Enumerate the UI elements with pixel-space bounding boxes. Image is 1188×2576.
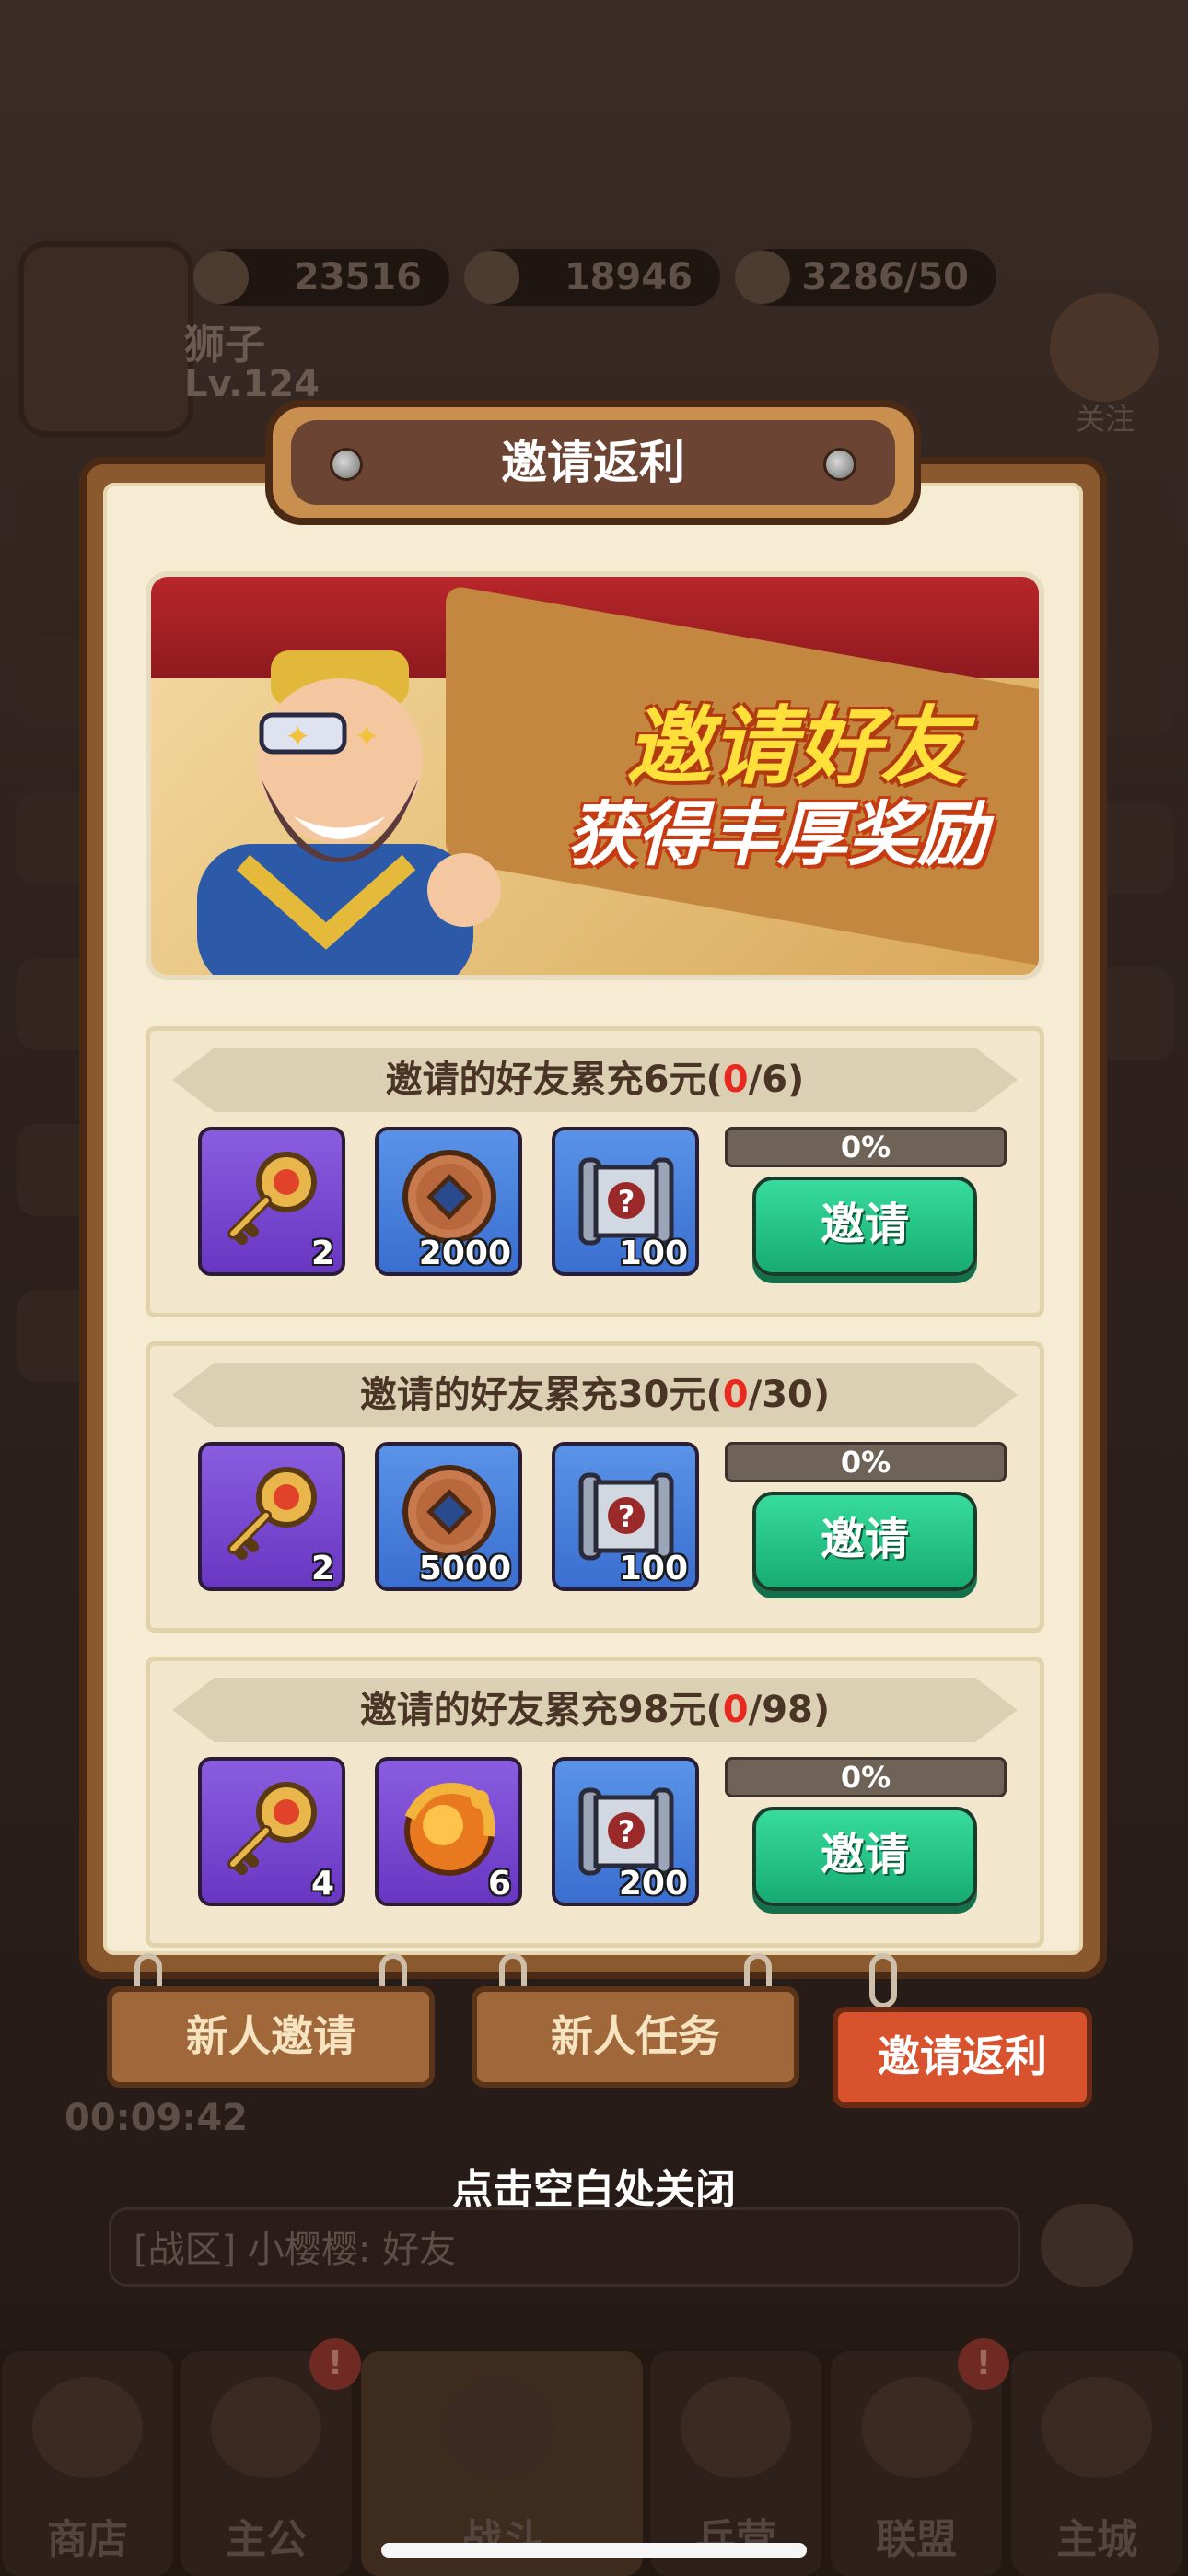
notification-badge: !	[309, 2338, 361, 2390]
crossed-swords-icon	[444, 2377, 554, 2478]
svg-text:?: ?	[618, 1499, 635, 1534]
svg-text:✦: ✦	[285, 719, 311, 755]
resource-value: 23516	[293, 256, 422, 299]
progress-bar: 0%	[725, 1127, 1007, 1167]
resource-helmet[interactable]: 3286/50	[735, 249, 996, 306]
reward-quantity: 5000	[418, 1550, 511, 1587]
progress-bar: 0%	[725, 1442, 1007, 1482]
invite-button[interactable]: 邀请	[752, 1492, 977, 1591]
player-name: 狮子	[184, 322, 265, 369]
tier-title: 邀请的好友累充98元(0/98)	[359, 1689, 831, 1731]
invite-banner: ✦ ✦ 邀请好友 获得丰厚奖励	[151, 577, 1039, 975]
reward-quantity: 2	[310, 1550, 334, 1587]
invite-button[interactable]: 邀请	[752, 1807, 977, 1906]
reward-item-scroll[interactable]: ? 200	[552, 1757, 699, 1906]
reward-tier-98: 邀请的好友累充98元(0/98) 4 6 ? 200 0% 邀请	[146, 1657, 1044, 1948]
reward-item-key[interactable]: 4	[198, 1757, 345, 1906]
reward-item-dragon-orb[interactable]: 6	[375, 1757, 522, 1906]
tab-invite-rebate[interactable]: 邀请返利	[833, 2007, 1092, 2108]
resource-ingot[interactable]: 23516	[193, 249, 449, 306]
resource-value: 18946	[564, 256, 693, 299]
lord-icon	[211, 2377, 321, 2478]
nav-label: 联盟	[876, 2516, 957, 2563]
reward-item-scroll[interactable]: ? 100	[552, 1442, 699, 1591]
reward-quantity: 4	[310, 1865, 334, 1903]
reward-quantity: 100	[618, 1235, 688, 1272]
alliance-icon	[861, 2377, 972, 2478]
tab-new-invite[interactable]: 新人邀请	[107, 1986, 435, 2088]
reward-tier-6: 邀请的好友累充6元(0/6) 2 2000 ? 100 0% 邀请	[146, 1026, 1044, 1317]
rivet-icon	[823, 448, 856, 481]
nav-label: 主城	[1056, 2516, 1137, 2563]
tier-title: 邀请的好友累充6元(0/6)	[385, 1059, 805, 1101]
reward-item-key[interactable]: 2	[198, 1442, 345, 1591]
reward-quantity: 2000	[418, 1235, 511, 1272]
reward-item-key[interactable]: 2	[198, 1127, 345, 1276]
banner-subheadline: 获得丰厚奖励	[567, 793, 987, 875]
tab-new-tasks[interactable]: 新人任务	[472, 1986, 799, 2088]
reward-item-coin[interactable]: 5000	[375, 1442, 522, 1591]
follow-label: 关注	[1076, 402, 1136, 437]
invite-button[interactable]: 邀请	[752, 1177, 977, 1276]
chat-bar[interactable]: [战区] 小樱樱: 好友	[109, 2207, 1020, 2287]
notification-badge: !	[958, 2338, 1009, 2390]
reward-item-coin[interactable]: 2000	[375, 1127, 522, 1276]
reward-quantity: 100	[618, 1550, 688, 1587]
bearded-general-illustration: ✦ ✦	[197, 650, 501, 975]
helmet-icon	[735, 251, 790, 304]
shop-icon	[32, 2377, 143, 2478]
event-timer: 00:09:42	[64, 2097, 248, 2139]
progress-label: 0%	[840, 1445, 891, 1480]
tab-hanger	[869, 1953, 897, 2008]
svg-text:✦: ✦	[354, 719, 380, 755]
city-icon	[1042, 2377, 1152, 2478]
home-indicator[interactable]	[381, 2543, 807, 2558]
barracks-icon	[681, 2377, 791, 2478]
nav-label: 商店	[47, 2516, 128, 2563]
modal-title: 邀请返利	[501, 436, 685, 489]
resource-coin[interactable]: 18946	[464, 249, 720, 306]
reward-quantity: 2	[310, 1235, 334, 1272]
chat-bubble-icon[interactable]	[1041, 2204, 1133, 2287]
rivet-icon	[330, 448, 363, 481]
reward-tier-30: 邀请的好友累充30元(0/30) 2 5000 ? 100 0% 邀请	[146, 1341, 1044, 1633]
tier-title: 邀请的好友累充30元(0/30)	[359, 1374, 831, 1416]
close-hint[interactable]: 点击空白处关闭	[0, 2156, 1188, 2215]
svg-text:?: ?	[618, 1814, 635, 1849]
resource-value: 3286/50	[801, 256, 969, 299]
avatar[interactable]	[18, 241, 193, 437]
progress-label: 0%	[840, 1130, 891, 1165]
follow-icon[interactable]	[1050, 293, 1159, 402]
ingot-icon	[193, 251, 249, 304]
progress-label: 0%	[840, 1760, 891, 1795]
progress-bar: 0%	[725, 1757, 1007, 1797]
coin-icon	[464, 251, 519, 304]
reward-quantity: 6	[487, 1865, 511, 1903]
nav-label: 主公	[226, 2516, 307, 2563]
reward-item-scroll[interactable]: ? 100	[552, 1127, 699, 1276]
reward-quantity: 200	[618, 1865, 688, 1903]
svg-text:?: ?	[618, 1184, 635, 1219]
